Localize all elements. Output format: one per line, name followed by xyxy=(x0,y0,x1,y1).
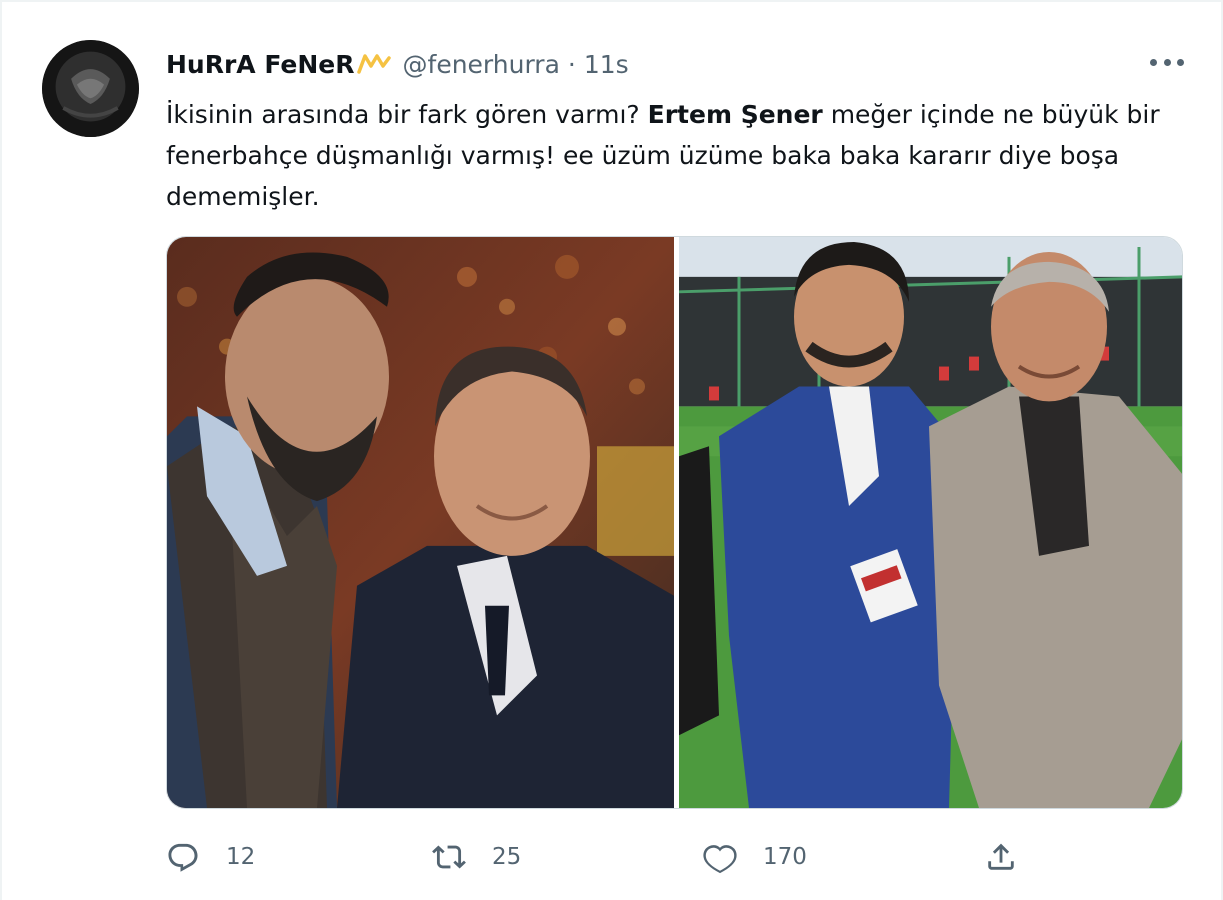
avatar-image xyxy=(42,40,139,137)
share-button[interactable] xyxy=(984,836,1018,878)
timestamp[interactable]: 11s xyxy=(584,50,629,79)
tweet-text: İkisinin arasında bir fark gören varmı? … xyxy=(166,94,1176,217)
display-name[interactable]: HuRrA FeNeR xyxy=(166,50,355,79)
tweet-header: HuRrA FeNeR @fenerhurra · 11s xyxy=(166,44,629,84)
photo-two-men-stadium[interactable] xyxy=(167,237,674,808)
tweet-text-mention: Ertem Şener xyxy=(647,100,823,129)
like-button[interactable]: 170 xyxy=(703,836,807,878)
more-options-icon[interactable] xyxy=(1150,55,1184,69)
separator-dot: · xyxy=(567,49,576,79)
crown-badge-icon xyxy=(356,52,391,76)
retweet-icon xyxy=(432,845,466,869)
reply-icon xyxy=(168,843,198,872)
tweet-actions: 12 25 170 xyxy=(166,836,1066,878)
tweet-media[interactable] xyxy=(166,236,1183,809)
like-count: 170 xyxy=(763,844,807,870)
avatar[interactable] xyxy=(42,40,139,137)
user-handle[interactable]: @fenerhurra xyxy=(403,50,560,79)
retweet-button[interactable]: 25 xyxy=(432,836,521,878)
reply-button[interactable]: 12 xyxy=(166,836,255,878)
heart-icon xyxy=(703,845,737,874)
reply-count: 12 xyxy=(226,844,256,870)
share-icon xyxy=(988,843,1014,870)
tweet[interactable]: HuRrA FeNeR @fenerhurra · 11s İkisinin a… xyxy=(0,0,1223,900)
retweet-count: 25 xyxy=(492,844,522,870)
photo-two-men-field[interactable] xyxy=(679,237,1182,808)
tweet-text-part1: İkisinin arasında bir fark gören varmı? xyxy=(166,100,648,129)
